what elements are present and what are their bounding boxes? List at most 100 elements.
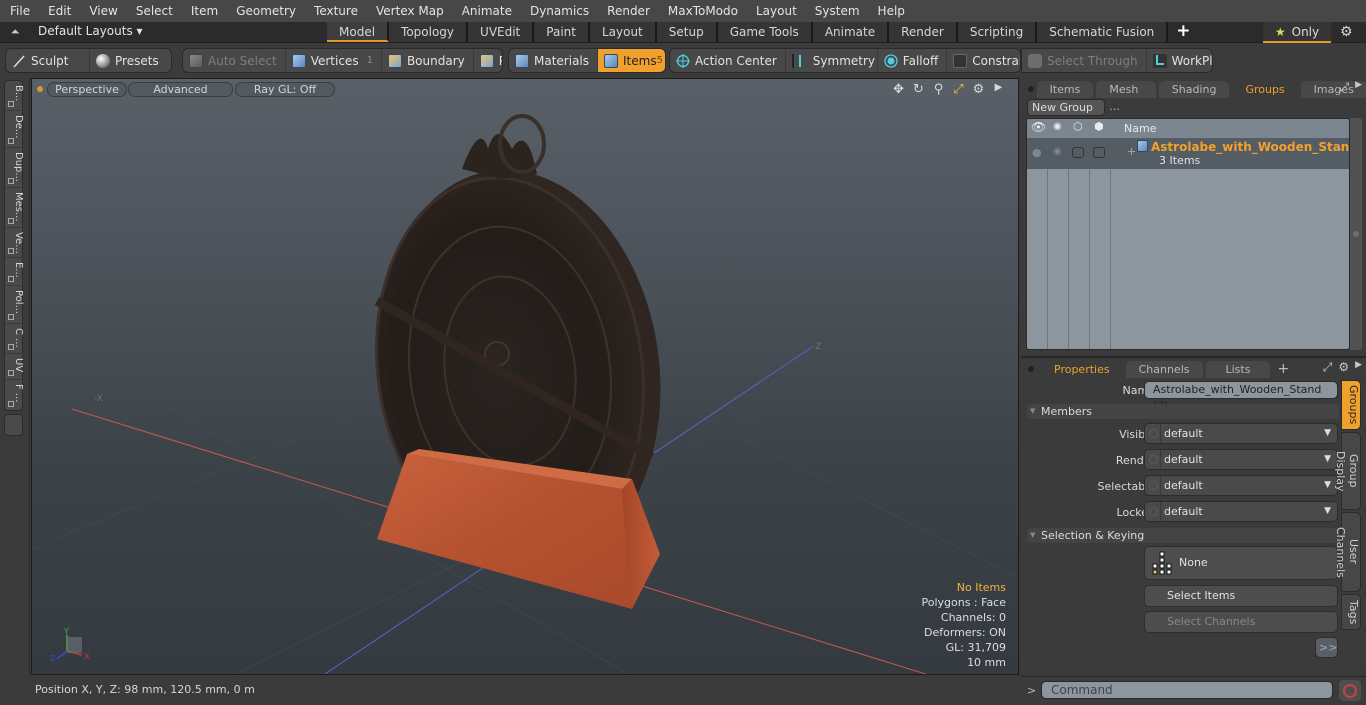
select-items-button[interactable]: Select Items: [1144, 585, 1338, 607]
vtab-curve[interactable]: C ...: [5, 324, 24, 354]
select-channels-button[interactable]: Select Channels: [1144, 611, 1338, 633]
side-tab-group-display[interactable]: Group Display: [1334, 432, 1361, 510]
row-select-checkbox[interactable]: [1072, 147, 1084, 158]
3d-viewport[interactable]: -X -Z Y X Z Perspective Advanced Ray GL:…: [31, 78, 1019, 675]
tab-model[interactable]: Model: [327, 22, 390, 42]
group-list-scrollbar[interactable]: [1350, 118, 1362, 350]
menu-texture[interactable]: Texture: [304, 4, 366, 18]
tab-game-tools[interactable]: Game Tools: [717, 22, 813, 42]
boundary-button[interactable]: Boundary: [382, 49, 474, 72]
tab-lists[interactable]: Lists: [1205, 361, 1271, 378]
move-icon[interactable]: ✥: [891, 82, 906, 97]
tab-uvedit[interactable]: UVEdit: [468, 22, 535, 42]
tab-layout[interactable]: Layout: [589, 22, 657, 42]
tab-properties[interactable]: Properties: [1041, 361, 1123, 378]
menu-item[interactable]: Item: [181, 4, 226, 18]
menu-view[interactable]: View: [79, 4, 125, 18]
shading-dropdown[interactable]: Advanced: [128, 82, 233, 97]
vtab-fusion[interactable]: F ...: [5, 380, 24, 410]
vtab-extra[interactable]: [4, 414, 23, 436]
selection-keying-section[interactable]: Selection & Keying: [1027, 528, 1339, 543]
menu-maxtomodo[interactable]: MaxToModo: [658, 4, 746, 18]
menu-select[interactable]: Select: [126, 4, 181, 18]
symmetry-button[interactable]: Symmetry: [786, 49, 878, 72]
panel-menu-dot[interactable]: [1021, 361, 1041, 378]
perspective-dropdown[interactable]: Perspective: [47, 82, 127, 97]
items-button[interactable]: Items 5: [598, 49, 665, 72]
vtab-duplicate[interactable]: Dup...: [5, 148, 24, 188]
tab-channels[interactable]: Channels: [1125, 361, 1203, 378]
menu-layout[interactable]: Layout: [746, 4, 805, 18]
group-name[interactable]: Astrolabe_with_Wooden_Stand: [1151, 140, 1349, 154]
record-macro-icon[interactable]: [1339, 680, 1361, 701]
vtab-vertex[interactable]: Ve...: [5, 228, 24, 258]
collapse-up-icon[interactable]: ⏶: [8, 25, 22, 39]
only-toggle[interactable]: ★ Only: [1263, 22, 1331, 43]
tab-items[interactable]: Items: [1036, 81, 1094, 98]
arrow-right-icon[interactable]: ▶: [1355, 80, 1362, 95]
command-input[interactable]: Command: [1041, 681, 1333, 699]
tab-shading[interactable]: Shading: [1158, 81, 1230, 98]
expand-plus-icon[interactable]: +: [1127, 145, 1136, 158]
members-section[interactable]: Members: [1027, 404, 1339, 419]
side-tab-tags[interactable]: Tags: [1341, 594, 1361, 630]
camera-icon[interactable]: ◉: [1053, 121, 1062, 132]
menu-animate[interactable]: Animate: [452, 4, 520, 18]
tab-setup[interactable]: Setup: [656, 22, 718, 42]
vtab-basic[interactable]: B...: [5, 81, 24, 111]
name-field[interactable]: Astrolabe_with_Wooden_Stand (3): [1144, 381, 1338, 412]
rotate-icon[interactable]: ↻: [911, 82, 926, 97]
presets-button[interactable]: Presets: [90, 49, 167, 72]
workplane-button[interactable]: WorkPlane: [1147, 49, 1212, 72]
menu-geometry[interactable]: Geometry: [226, 4, 304, 18]
vtab-edge[interactable]: E...: [5, 258, 24, 286]
expand-icon[interactable]: ⤢: [1339, 80, 1349, 95]
maximize-icon[interactable]: ⤢: [951, 82, 966, 97]
menu-help[interactable]: Help: [868, 4, 913, 18]
gear-icon[interactable]: ⚙: [1340, 24, 1353, 40]
selectable-dropdown[interactable]: default ▼: [1144, 475, 1338, 496]
tab-schematic-fusion[interactable]: Schematic Fusion: [1037, 22, 1169, 42]
none-button[interactable]: None: [1144, 546, 1338, 580]
eye-icon[interactable]: 👁: [1031, 120, 1046, 134]
gear-icon[interactable]: ⚙: [1338, 360, 1349, 375]
viewport-status-dot[interactable]: [37, 86, 43, 92]
auto-select-button[interactable]: Auto Select: [183, 49, 286, 72]
polygons-button[interactable]: Polygons: [474, 49, 502, 72]
tab-groups[interactable]: Groups: [1232, 81, 1298, 98]
menu-system[interactable]: System: [805, 4, 868, 18]
menu-dynamics[interactable]: Dynamics: [520, 4, 597, 18]
new-group-button[interactable]: New Group: [1027, 99, 1105, 116]
select-through-button[interactable]: Select Through: [1022, 49, 1147, 72]
tab-animate[interactable]: Animate: [812, 22, 890, 42]
vtab-deform[interactable]: De...: [5, 111, 24, 148]
add-tab-button[interactable]: +: [1168, 22, 1198, 43]
group-row[interactable]: ● ◉ + Astrolabe_with_Wooden_Stand ... 3 …: [1027, 138, 1349, 169]
menu-file[interactable]: File: [0, 4, 38, 18]
add-tab-icon[interactable]: +: [1273, 361, 1293, 378]
vtab-mesh-edit[interactable]: Mes...: [5, 188, 24, 228]
cube-outline-icon[interactable]: ⬡: [1073, 120, 1083, 133]
render-dropdown[interactable]: default ▼: [1144, 449, 1338, 470]
constraints-button[interactable]: Constrai...: [947, 49, 1020, 72]
tab-scripting[interactable]: Scripting: [957, 22, 1038, 42]
play-icon[interactable]: ▶: [991, 82, 1006, 97]
menu-vertex-map[interactable]: Vertex Map: [366, 4, 452, 18]
column-name-header[interactable]: Name: [1124, 122, 1156, 135]
row-lock-checkbox[interactable]: [1093, 147, 1105, 158]
lock-cube-icon[interactable]: ⬢: [1094, 120, 1104, 133]
menu-render[interactable]: Render: [597, 4, 658, 18]
row-visible-icon[interactable]: ●: [1032, 146, 1042, 159]
gear-icon[interactable]: ⚙: [971, 82, 986, 97]
row-render-icon[interactable]: ◉: [1053, 146, 1062, 157]
expand-more-button[interactable]: >>: [1315, 637, 1338, 658]
tab-mesh[interactable]: Mesh ...: [1096, 81, 1156, 113]
zoom-icon[interactable]: ⚲: [931, 82, 946, 97]
action-center-button[interactable]: Action Center: [670, 49, 786, 72]
vtab-polygon[interactable]: Pol...: [5, 286, 24, 324]
expand-icon[interactable]: ⤢: [1323, 360, 1333, 375]
panel-menu-dot[interactable]: [1021, 81, 1037, 98]
falloff-button[interactable]: Falloff: [878, 49, 948, 72]
arrow-right-icon[interactable]: ▶: [1355, 360, 1362, 375]
sculpt-button[interactable]: Sculpt: [6, 49, 90, 72]
